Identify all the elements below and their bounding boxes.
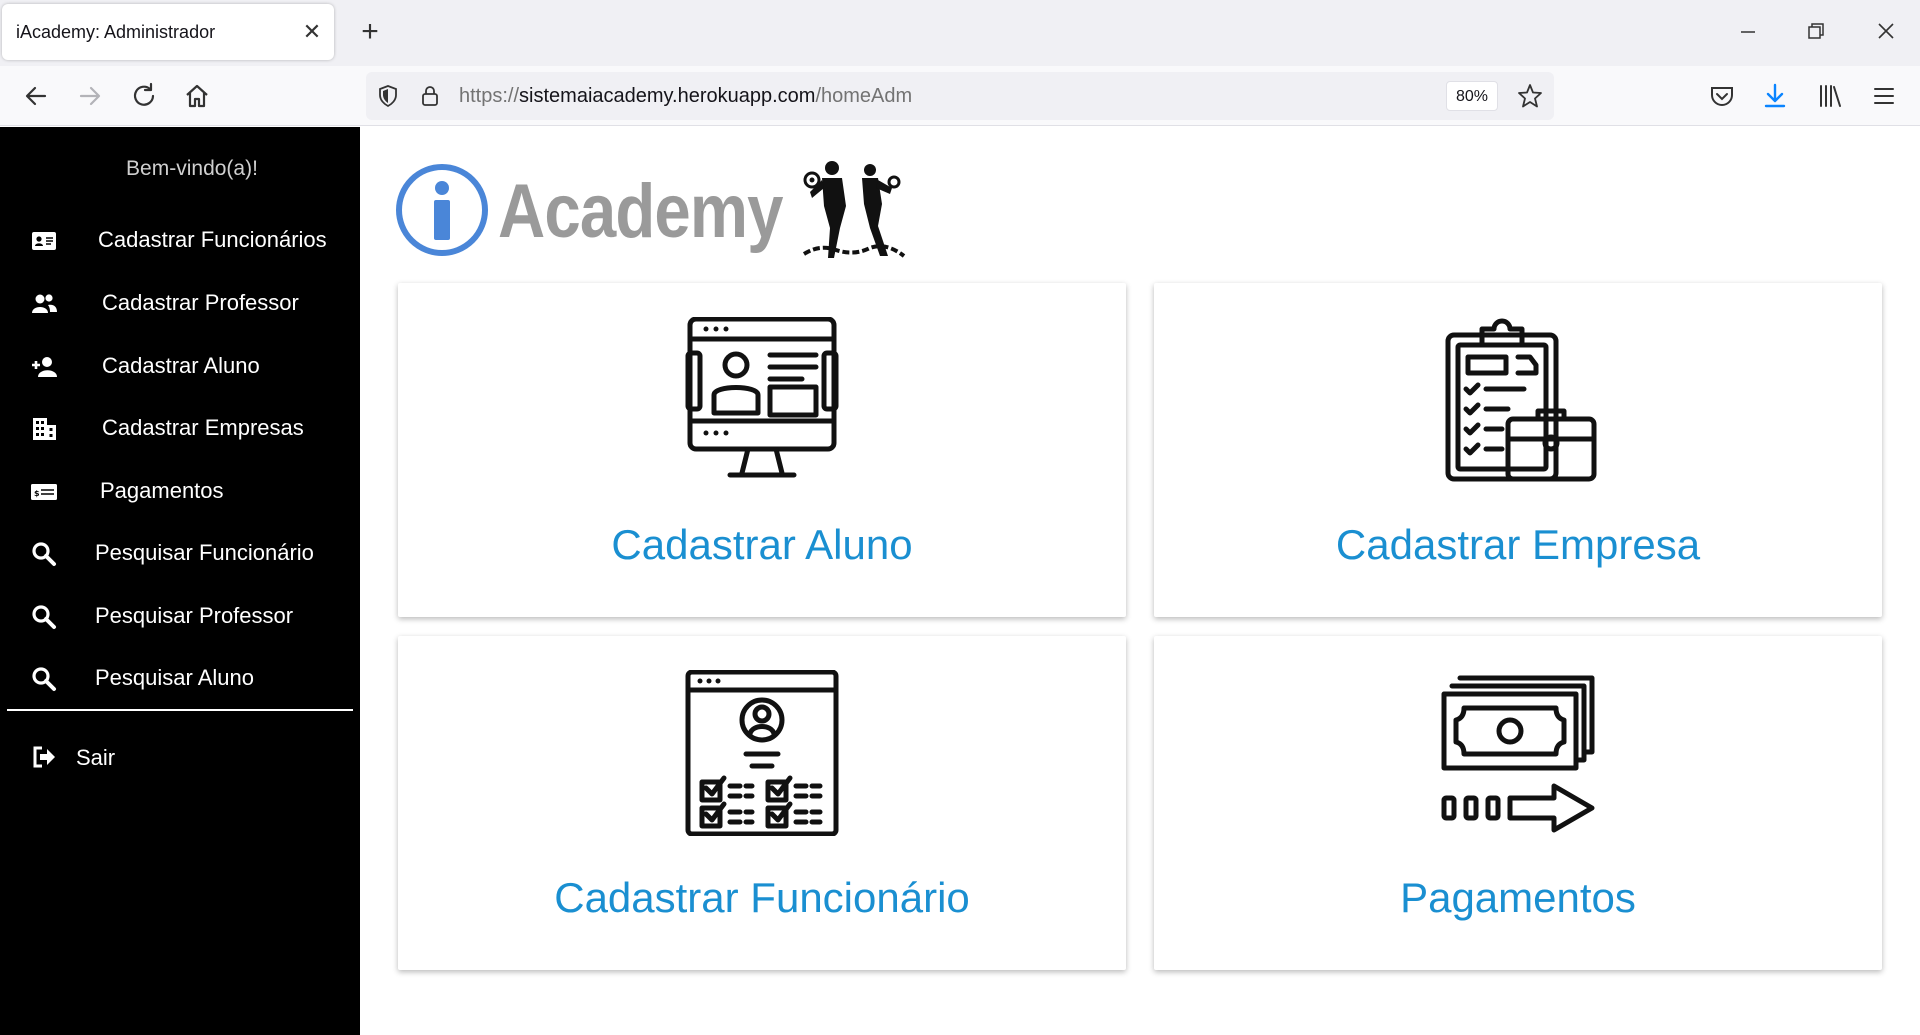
sidebar-item-label: Cadastrar Professor: [102, 290, 299, 315]
sidebar-item-pagamentos[interactable]: $ Pagamentos: [0, 470, 360, 514]
pocket-icon[interactable]: [1706, 80, 1738, 112]
sidebar-item-cadastrar-aluno[interactable]: Cadastrar Aluno: [0, 345, 360, 389]
card-cadastrar-aluno[interactable]: Cadastrar Aluno: [398, 283, 1126, 617]
user-plus-icon: [32, 357, 57, 377]
logout-label: Sair: [76, 745, 116, 770]
sidebar-item-cadastrar-funcionarios[interactable]: Cadastrar Funcionários: [0, 219, 360, 263]
welcome-text: Bem-vindo(a)!: [126, 157, 258, 180]
sidebar-item-cadastrar-professor[interactable]: Cadastrar Professor: [0, 282, 360, 326]
close-window-icon[interactable]: [1866, 14, 1906, 50]
reload-icon[interactable]: [126, 78, 162, 114]
card-pagamentos[interactable]: Pagamentos: [1154, 636, 1882, 970]
computer-profile-icon: [685, 317, 839, 478]
home-icon[interactable]: [179, 78, 215, 114]
sidebar-item-pesquisar-professor[interactable]: Pesquisar Professor: [0, 595, 360, 639]
search-icon: [32, 605, 56, 629]
url-path: /homeAdm: [815, 85, 913, 107]
close-tab-icon[interactable]: ✕: [298, 18, 326, 46]
forward-icon[interactable]: [72, 78, 108, 114]
sidebar-item-label: Pagamentos: [100, 478, 224, 503]
card-cadastrar-funcionario[interactable]: Cadastrar Funcionário: [398, 636, 1126, 970]
card-cadastrar-empresa[interactable]: Cadastrar Empresa: [1154, 283, 1882, 617]
tab-title: iAcademy: Administrador: [16, 22, 216, 42]
sign-out-icon: [33, 746, 55, 768]
sidebar-item-pesquisar-funcionario[interactable]: Pesquisar Funcionário: [0, 532, 360, 576]
sidebar-item-label: Cadastrar Aluno: [102, 353, 260, 378]
svg-text:$: $: [34, 489, 40, 498]
info-logo-icon: [396, 164, 488, 256]
url-host: sistemaiacademy.herokuapp.com: [519, 85, 816, 107]
sidebar-item-label: Cadastrar Empresas: [102, 415, 304, 440]
sidebar-item-label: Pesquisar Funcionário: [95, 540, 314, 565]
sidebar-item-label: Cadastrar Funcionários: [98, 227, 327, 252]
zoom-badge[interactable]: 80%: [1446, 81, 1498, 111]
athletes-logo-icon: [802, 161, 906, 258]
url-scheme: https://: [459, 85, 520, 107]
clipboard-briefcase-icon: [1445, 318, 1597, 482]
url-bar[interactable]: https://sistemaiacademy.herokuapp.com/ho…: [366, 72, 1554, 120]
browser-tab[interactable]: iAcademy: Administrador ✕: [2, 4, 334, 60]
browser-toolbar: https://sistemaiacademy.herokuapp.com/ho…: [0, 66, 1920, 126]
users-icon: [32, 294, 57, 313]
shield-icon[interactable]: [376, 84, 400, 108]
minimize-icon[interactable]: [1728, 14, 1768, 50]
search-icon: [32, 542, 56, 566]
lock-icon[interactable]: [418, 84, 442, 108]
card-label: Pagamentos: [1400, 874, 1636, 921]
restore-icon[interactable]: [1796, 14, 1836, 50]
search-icon: [32, 667, 56, 691]
back-icon[interactable]: [18, 78, 54, 114]
bookmark-star-icon[interactable]: [1516, 82, 1544, 110]
money-bill-icon: $: [31, 484, 57, 500]
new-tab-button[interactable]: +: [354, 16, 386, 48]
logout-button[interactable]: Sair: [0, 735, 360, 779]
iacademy-logo[interactable]: Academy: [394, 158, 914, 262]
logo-text: Academy: [498, 169, 783, 254]
sidebar-item-pesquisar-aluno[interactable]: Pesquisar Aluno: [0, 657, 360, 701]
id-card-icon: [32, 232, 56, 250]
card-label: Cadastrar Empresa: [1335, 521, 1701, 568]
browser-tab-bar: iAcademy: Administrador ✕ +: [0, 0, 1920, 66]
sidebar-item-cadastrar-empresas[interactable]: Cadastrar Empresas: [0, 407, 360, 451]
card-label: Cadastrar Funcionário: [554, 874, 970, 921]
building-icon: [33, 418, 56, 440]
sidebar: Bem-vindo(a)! Cadastrar Funcionários Cad…: [0, 127, 360, 1035]
profile-checklist-icon: [685, 670, 839, 836]
library-icon[interactable]: [1814, 80, 1846, 112]
sidebar-divider: [7, 709, 353, 711]
card-label: Cadastrar Aluno: [611, 521, 913, 568]
url-text[interactable]: https://sistemaiacademy.herokuapp.com/ho…: [459, 85, 912, 108]
sidebar-item-label: Pesquisar Professor: [95, 603, 294, 628]
download-icon[interactable]: [1759, 80, 1791, 112]
sidebar-item-label: Pesquisar Aluno: [95, 665, 254, 690]
menu-icon[interactable]: [1868, 80, 1900, 112]
payment-cash-icon: [1441, 675, 1595, 833]
